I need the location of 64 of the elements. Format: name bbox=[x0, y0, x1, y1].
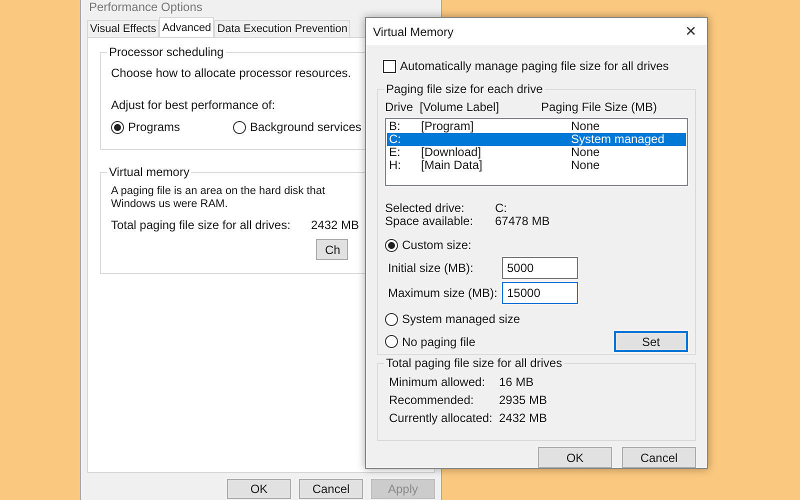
radio-button[interactable] bbox=[385, 238, 398, 252]
paging-size: None bbox=[571, 146, 600, 159]
info-label: Space available: bbox=[385, 215, 474, 228]
total-label: Recommended: bbox=[389, 394, 475, 407]
dialog-button[interactable]: OK bbox=[538, 447, 612, 468]
radio-button[interactable] bbox=[233, 120, 246, 134]
window-title: Virtual Memory bbox=[373, 24, 454, 40]
close-button[interactable]: ✕ bbox=[679, 20, 703, 42]
paging-size: None bbox=[571, 159, 600, 172]
field-label: Maximum size (MB): bbox=[388, 285, 498, 302]
paging-size: None bbox=[571, 120, 600, 133]
total-value: 2935 MB bbox=[499, 394, 548, 407]
drive-letter: E: bbox=[389, 146, 402, 159]
set-button[interactable]: Set bbox=[614, 331, 688, 352]
tab[interactable]: Visual Effects bbox=[87, 20, 160, 37]
option-label: System managed size bbox=[402, 311, 520, 328]
group-heading: Virtual memory bbox=[107, 165, 192, 179]
prompt-text: Adjust for best performance of: bbox=[111, 97, 276, 113]
group-heading: Paging file size for each drive bbox=[384, 82, 545, 96]
window-title: Performance Options bbox=[89, 0, 202, 14]
drive-row[interactable]: C: System managed bbox=[387, 133, 686, 146]
option-label: Background services bbox=[250, 119, 362, 135]
option-label: Programs bbox=[128, 119, 180, 135]
drive-row[interactable]: H: [Main Data] None bbox=[387, 159, 686, 172]
volume-label: [Program] bbox=[421, 120, 475, 133]
paging-size: System managed bbox=[571, 133, 664, 146]
total-label: Currently allocated: bbox=[389, 412, 494, 425]
total-value: 2432 MB bbox=[499, 412, 548, 425]
drive-letter: C: bbox=[389, 133, 402, 146]
total-label: Total paging file size for all drives: bbox=[111, 217, 292, 233]
description-text: A paging file is an area on the hard disk that Windows us were RAM. bbox=[111, 185, 326, 211]
volume-label: [Download] bbox=[421, 146, 482, 159]
radio-button[interactable] bbox=[385, 312, 398, 326]
drive-row[interactable]: B: [Program] None bbox=[387, 120, 686, 133]
dialog-button[interactable]: OK bbox=[227, 479, 291, 499]
volume-label: [Main Data] bbox=[421, 159, 484, 172]
tab[interactable]: Data Execution Prevention bbox=[214, 20, 350, 37]
info-value: 67478 MB bbox=[495, 215, 550, 228]
group-heading: Total paging file size for all drives bbox=[384, 356, 564, 370]
change-button[interactable]: Ch bbox=[316, 239, 348, 260]
info-value: C: bbox=[495, 202, 507, 215]
dialog-button[interactable]: Cancel bbox=[622, 447, 696, 468]
tab[interactable]: Advanced bbox=[159, 17, 214, 37]
checkbox-label: Automatically manage paging file size for all drives bbox=[400, 58, 669, 75]
input-field[interactable]: 15000 bbox=[502, 282, 578, 304]
column-header: Paging File Size (MB) bbox=[541, 100, 658, 114]
total-value: 16 MB bbox=[499, 376, 534, 389]
drive-row[interactable]: E: [Download] None bbox=[387, 146, 686, 159]
total-value: 2432 MB bbox=[311, 217, 360, 233]
radio-button[interactable] bbox=[111, 120, 124, 134]
drive-letter: B: bbox=[389, 120, 402, 133]
dialog-button[interactable]: Cancel bbox=[299, 479, 363, 499]
group-heading: Processor scheduling bbox=[107, 45, 226, 59]
checkbox[interactable] bbox=[383, 60, 396, 72]
info-label: Selected drive: bbox=[385, 202, 466, 215]
column-header: Drive [Volume Label] bbox=[385, 100, 500, 114]
radio-button[interactable] bbox=[385, 335, 398, 348]
option-label: No paging file bbox=[402, 334, 476, 350]
field-label: Initial size (MB): bbox=[388, 260, 474, 277]
drive-letter: H: bbox=[389, 159, 402, 172]
input-field[interactable]: 5000 bbox=[502, 257, 578, 279]
option-label: Custom size: bbox=[402, 237, 472, 254]
total-label: Minimum allowed: bbox=[389, 376, 486, 389]
description-text: Choose how to allocate processor resources. bbox=[111, 65, 352, 81]
